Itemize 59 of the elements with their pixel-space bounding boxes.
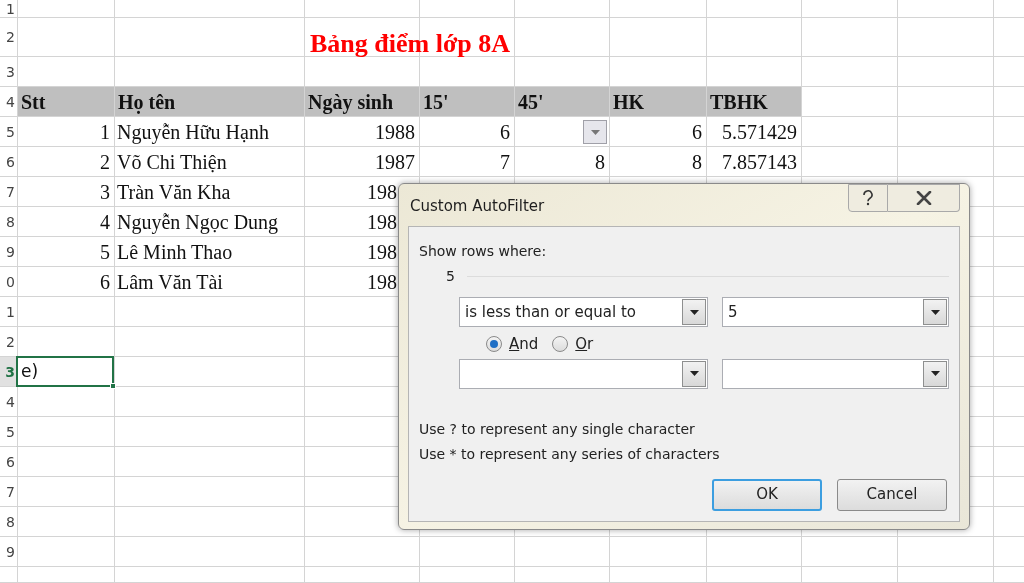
table-cell-text: 6 bbox=[100, 269, 110, 295]
table-cell-text: Lê Minh Thao bbox=[117, 239, 233, 265]
radio-button[interactable] bbox=[486, 336, 502, 353]
active-cell[interactable]: e) bbox=[16, 356, 114, 387]
table-cell-text: 7 bbox=[500, 149, 510, 175]
filter-dropdown-button[interactable] bbox=[583, 120, 607, 144]
group-label: Show rows where: bbox=[419, 242, 547, 261]
table-cell-text: 3 bbox=[100, 179, 110, 205]
column-header: HK bbox=[609, 87, 706, 116]
dropdown-arrow-icon bbox=[930, 309, 940, 315]
dropdown-arrow-icon bbox=[590, 129, 600, 135]
table-cell-text: 2 bbox=[100, 149, 110, 175]
dialog-title: Custom AutoFilter bbox=[410, 196, 545, 217]
hint-text: Use * to represent any series of characters bbox=[419, 444, 720, 464]
column-header: 45' bbox=[514, 87, 609, 116]
radio-option[interactable]: And bbox=[486, 333, 539, 356]
combo-box[interactable]: 5 bbox=[722, 297, 949, 327]
dropdown-arrow-icon bbox=[689, 309, 699, 315]
table-cell-text: Lâm Văn Tài bbox=[117, 269, 223, 295]
table-cell-text: 6 bbox=[500, 119, 510, 145]
table-cell-text: 198 bbox=[367, 209, 397, 235]
column-header: Ngày sinh bbox=[304, 87, 419, 116]
radio-option[interactable]: Or bbox=[552, 333, 594, 356]
hint-text: Use ? to represent any single character bbox=[419, 419, 695, 439]
table-cell-text: Võ Chi Thiện bbox=[117, 149, 227, 175]
table-cell-text: 198 bbox=[367, 239, 397, 265]
dropdown-arrow-icon bbox=[689, 371, 699, 376]
column-header: 15' bbox=[419, 87, 514, 116]
table-cell-text: Tràn Văn Kha bbox=[117, 179, 231, 205]
sheet-title: Bảng điểm lớp 8A bbox=[310, 28, 511, 60]
column-header: Họ tên bbox=[114, 87, 304, 116]
combo-box[interactable] bbox=[459, 358, 708, 389]
table-cell-text: 198 bbox=[367, 269, 397, 295]
dropdown-arrow-icon bbox=[930, 371, 940, 376]
column-header: TBHK bbox=[706, 87, 801, 116]
cancel-button[interactable]: Cancel bbox=[837, 478, 947, 511]
table-cell-text: 1988 bbox=[375, 119, 415, 145]
combo-box[interactable]: is less than or equal to bbox=[459, 297, 708, 327]
combo-box[interactable] bbox=[722, 358, 949, 389]
help-button[interactable] bbox=[848, 184, 888, 212]
table-cell-text: 8 bbox=[595, 149, 605, 175]
ok-button[interactable]: OK bbox=[712, 478, 822, 511]
table-cell-text: Nguyễn Ngọc Dung bbox=[117, 209, 279, 236]
table-cell-text: 7.857143 bbox=[722, 149, 797, 175]
table-cell-text: Nguyễn Hữu Hạnh bbox=[117, 119, 269, 146]
close-icon bbox=[915, 191, 932, 205]
close-button[interactable] bbox=[888, 184, 960, 212]
column-header: Stt bbox=[17, 87, 114, 116]
table-cell-text: 5.571429 bbox=[722, 119, 797, 145]
table-cell-text: 1987 bbox=[375, 149, 415, 175]
table-cell-text: 8 bbox=[692, 149, 702, 175]
help-icon bbox=[862, 190, 874, 206]
radio-button[interactable] bbox=[552, 336, 569, 353]
table-cell-text: 198 bbox=[367, 179, 397, 205]
field-name: 5 bbox=[446, 267, 455, 286]
table-cell-text: 5 bbox=[100, 239, 110, 265]
table-cell-text: 1 bbox=[100, 119, 110, 145]
table-cell-text: 4 bbox=[100, 209, 110, 235]
table-cell-text: 6 bbox=[692, 119, 702, 145]
